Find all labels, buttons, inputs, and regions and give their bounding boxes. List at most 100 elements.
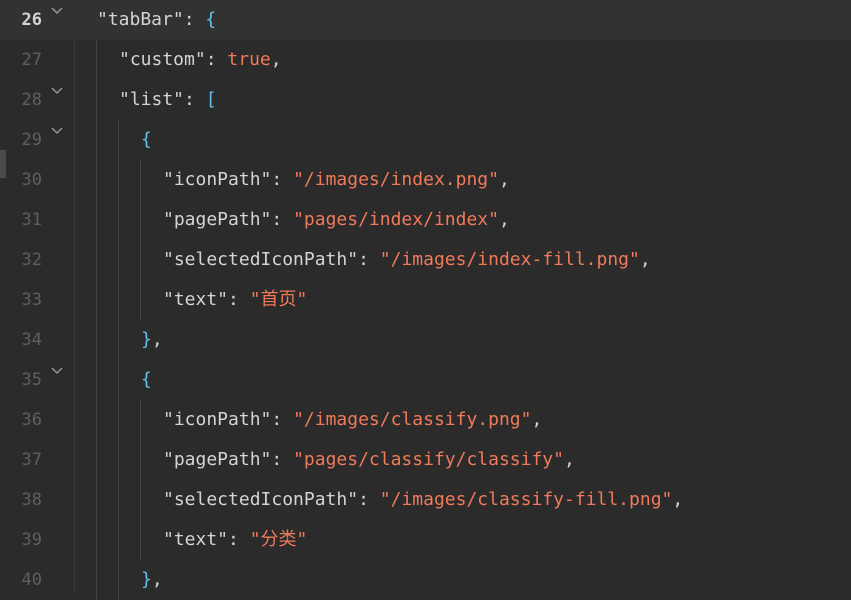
code-token: "分类" <box>249 529 308 550</box>
code-token: "/images/classify-fill.png" <box>379 489 673 510</box>
indent-guide <box>96 80 97 120</box>
code-token: } <box>141 329 152 350</box>
code-text: }, <box>141 320 163 360</box>
indent-guide <box>96 480 97 520</box>
code-line[interactable]: 36 "iconPath": "/images/classify.png", <box>0 400 851 440</box>
code-token: , <box>639 249 651 270</box>
code-text: { <box>141 120 152 160</box>
code-text: "selectedIconPath": "/images/index-fill.… <box>163 240 651 280</box>
code-token: , <box>564 449 575 470</box>
code-text: "pagePath": "pages/index/index", <box>163 200 510 240</box>
code-line[interactable]: 34}, <box>0 320 851 360</box>
code-line[interactable]: 37 "pagePath": "pages/classify/classify", <box>0 440 851 480</box>
indent-guide <box>96 360 97 400</box>
indent-guide <box>118 280 119 320</box>
code-token: , <box>270 49 282 70</box>
code-line[interactable]: 30 "iconPath": "/images/index.png", <box>0 160 851 200</box>
code-line[interactable]: 38 "selectedIconPath": "/images/classify-… <box>0 480 851 520</box>
code-token: true <box>227 49 271 70</box>
indent-guide <box>118 120 119 160</box>
code-line[interactable]: 27 "custom": true, <box>0 40 851 80</box>
line-number: 40 <box>21 570 42 590</box>
code-token: : <box>358 489 380 510</box>
code-line[interactable]: 33 "text": "首页" <box>0 280 851 320</box>
indent-guide <box>96 320 97 360</box>
code-token: , <box>531 409 543 430</box>
code-token: : <box>271 449 294 470</box>
line-number: 32 <box>21 250 42 270</box>
code-token: : <box>358 249 380 270</box>
code-token: "pages/classify/classify" <box>293 449 564 470</box>
code-token: "pages/index/index" <box>293 209 499 230</box>
code-text: "text": "分类" <box>163 520 307 560</box>
code-token: , <box>151 329 163 350</box>
indent-guide <box>96 40 97 80</box>
code-token: , <box>498 169 510 190</box>
code-token: : <box>205 49 228 70</box>
code-token: "首页" <box>249 289 308 310</box>
code-line[interactable]: 35 { <box>0 360 851 400</box>
code-token: "selectedIconPath" <box>163 249 359 270</box>
code-token: : <box>183 9 206 30</box>
code-token: "text" <box>163 289 229 310</box>
indent-guide <box>118 360 119 400</box>
indent-guide <box>118 480 119 520</box>
code-token: "text" <box>163 529 229 550</box>
line-number: 35 <box>21 370 42 390</box>
code-token: : <box>271 409 294 430</box>
line-number: 31 <box>21 210 42 230</box>
code-text: "list": [ <box>119 80 217 120</box>
fold-chevron-icon[interactable] <box>50 84 64 98</box>
indent-guide <box>118 320 119 360</box>
line-number: 26 <box>21 10 42 30</box>
code-token: "list" <box>119 89 185 110</box>
code-token: { <box>141 369 152 390</box>
code-token: , <box>151 569 163 590</box>
code-line[interactable]: 32 "selectedIconPath": "/images/index-fil… <box>0 240 851 280</box>
indent-guide <box>96 440 97 480</box>
code-token: "pagePath" <box>163 209 272 230</box>
code-editor[interactable]: 26 "tabBar": {27 "custom": true, 28 "list": … <box>0 0 851 600</box>
line-number: 36 <box>21 410 42 430</box>
fold-chevron-icon[interactable] <box>50 4 64 18</box>
line-number: 37 <box>21 450 42 470</box>
indent-guide <box>118 520 119 560</box>
code-token: [ <box>205 89 217 110</box>
code-token: "tabBar" <box>97 9 184 30</box>
code-token: "iconPath" <box>163 169 272 190</box>
code-line[interactable]: 26 "tabBar": { <box>0 0 851 40</box>
code-text: "iconPath": "/images/classify.png", <box>163 400 542 440</box>
code-line[interactable]: 28 "list": [ <box>0 80 851 120</box>
code-text: "tabBar": { <box>97 0 216 40</box>
indent-guide <box>140 400 141 440</box>
fold-chevron-icon[interactable] <box>50 124 64 138</box>
indent-guide <box>140 200 141 240</box>
fold-chevron-icon[interactable] <box>50 364 64 378</box>
indent-guide <box>96 280 97 320</box>
line-number: 34 <box>21 330 42 350</box>
code-token: , <box>672 489 684 510</box>
indent-guide <box>96 200 97 240</box>
code-text: "selectedIconPath": "/images/classify-fi… <box>163 480 683 520</box>
code-token: { <box>141 129 152 150</box>
indent-guide <box>140 440 141 480</box>
code-token: : <box>271 209 294 230</box>
indent-guide <box>118 440 119 480</box>
code-token: "/images/classify.png" <box>293 409 532 430</box>
code-token: , <box>498 209 510 230</box>
indent-guide <box>118 240 119 280</box>
code-token: : <box>228 529 250 550</box>
indent-guide <box>96 160 97 200</box>
indent-guide <box>96 400 97 440</box>
indent-guide <box>140 280 141 320</box>
code-line[interactable]: 39 "text": "分类" <box>0 520 851 560</box>
line-number: 28 <box>21 90 42 110</box>
code-line[interactable]: 31 "pagePath": "pages/index/index", <box>0 200 851 240</box>
indent-guide <box>140 520 141 560</box>
indent-guide <box>96 520 97 560</box>
code-token: : <box>228 289 250 310</box>
code-token: "iconPath" <box>163 409 272 430</box>
line-number: 30 <box>21 170 42 190</box>
code-line[interactable]: 29 { <box>0 120 851 160</box>
code-line[interactable]: 40}, <box>0 560 851 600</box>
